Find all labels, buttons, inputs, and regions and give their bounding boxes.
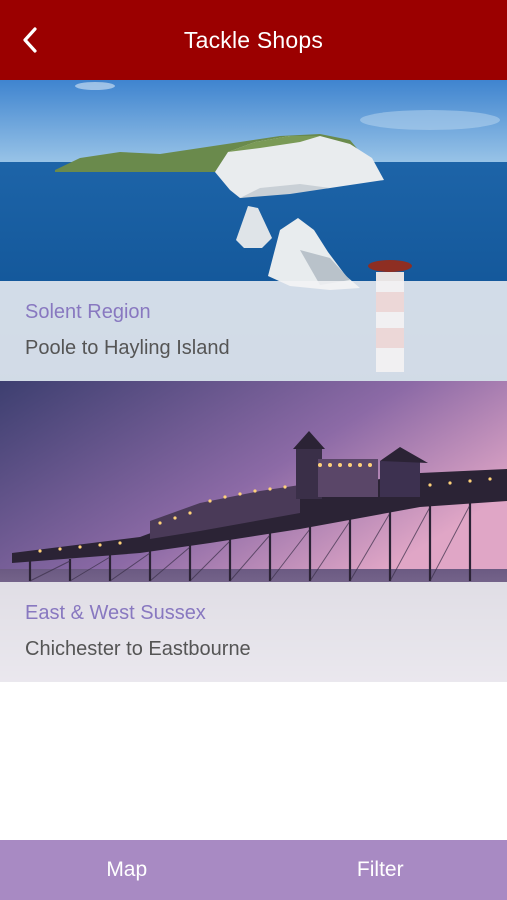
- bottom-action-bar: Map Filter: [0, 840, 507, 900]
- region-card-solent[interactable]: Solent Region Poole to Hayling Island: [0, 80, 507, 381]
- page-title: Tackle Shops: [183, 26, 324, 53]
- app-screen: Tackle Shops Solent Region Poole to Hayl…: [0, 0, 507, 900]
- chevron-left-icon: [23, 27, 37, 53]
- region-subtitle: Poole to Hayling Island: [25, 337, 230, 359]
- filter-button[interactable]: Filter: [254, 840, 507, 900]
- region-card-caption: Solent Region Poole to Hayling Island: [0, 281, 507, 381]
- map-button[interactable]: Map: [0, 840, 254, 900]
- region-subtitle: Chichester to Eastbourne: [25, 638, 251, 660]
- back-button[interactable]: [8, 16, 52, 64]
- app-header: Tackle Shops: [0, 0, 507, 80]
- region-title: Solent Region: [25, 301, 151, 323]
- region-title: East & West Sussex: [25, 602, 206, 624]
- region-card-caption: East & West Sussex Chichester to Eastbou…: [0, 582, 507, 682]
- region-card-sussex[interactable]: East & West Sussex Chichester to Eastbou…: [0, 381, 507, 682]
